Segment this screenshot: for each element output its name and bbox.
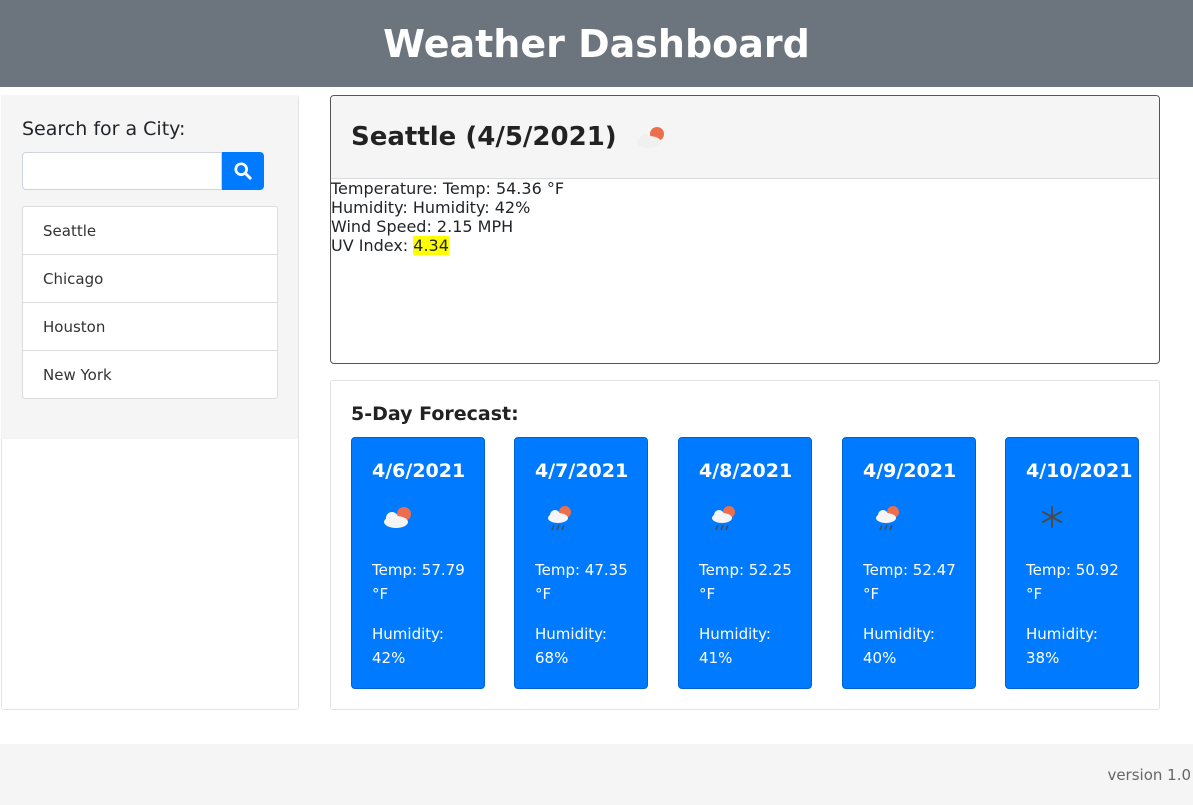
forecast-date: 4/8/2021 (699, 460, 793, 482)
search-label: Search for a City: (22, 118, 186, 140)
current-wind-speed: Wind Speed: 2.15 MPH (331, 217, 514, 236)
forecast-date: 4/10/2021 (1026, 460, 1133, 482)
city-item-new-york[interactable]: New York (22, 350, 278, 399)
forecast-card: 4/6/2021 Temp: 57.79 °F Humidity: 42% (351, 437, 485, 689)
city-item-seattle[interactable]: Seattle (22, 206, 278, 255)
city-history-list: Seattle Chicago Houston New York (22, 206, 278, 399)
footer: version 1.0 (0, 744, 1193, 805)
current-temperature: Temperature: Temp: 54.36 °F (331, 179, 565, 198)
search-icon (234, 162, 252, 180)
forecast-humidity: Humidity: 68% (535, 625, 607, 667)
search-button[interactable] (222, 152, 264, 190)
city-item-chicago[interactable]: Chicago (22, 254, 278, 303)
uv-index-label: UV Index: (331, 236, 414, 255)
forecast-card: 4/9/2021 Temp: 52.47 °F Humidity: 40% (842, 437, 976, 689)
current-weather-card: Seattle (4/5/2021) Temperature: Temp: 54… (330, 95, 1160, 364)
snowflake-icon (1042, 506, 1062, 528)
cloud-sun-icon (636, 127, 664, 148)
forecast-card: 4/7/2021 Temp: 47.35 °F Humidity: 68% (514, 437, 648, 689)
forecast-card: 4/8/2021 Temp: 52.25 °F Humidity: 41% (678, 437, 812, 689)
city-item-houston[interactable]: Houston (22, 302, 278, 351)
cloud-sun-icon (384, 507, 411, 528)
forecast-temp: Temp: 47.35 °F (535, 561, 628, 603)
forecast-section: 5-Day Forecast: 4/6/2021 Temp: 57.79 °F … (330, 380, 1160, 710)
city-search-input[interactable] (22, 152, 222, 190)
current-city-title: Seattle (4/5/2021) (351, 122, 617, 152)
uv-index-value: 4.34 (413, 236, 449, 255)
forecast-date: 4/9/2021 (863, 460, 957, 482)
rain-sun-icon (876, 506, 899, 531)
forecast-date: 4/7/2021 (535, 460, 629, 482)
forecast-date: 4/6/2021 (372, 460, 466, 482)
current-humidity: Humidity: Humidity: 42% (331, 198, 531, 217)
rain-sun-icon (548, 506, 571, 531)
forecast-temp: Temp: 57.79 °F (372, 561, 465, 603)
forecast-humidity: Humidity: 40% (863, 625, 935, 667)
current-weather-header: Seattle (4/5/2021) (331, 96, 1159, 179)
current-uv-index: UV Index: 4.34 (331, 236, 1159, 255)
version-label: version 1.0 (1107, 766, 1191, 784)
forecast-temp: Temp: 50.92 °F (1026, 561, 1119, 603)
forecast-title: 5-Day Forecast: (351, 403, 519, 425)
header-bar: Weather Dashboard (0, 0, 1193, 87)
forecast-humidity: Humidity: 38% (1026, 625, 1098, 667)
rain-sun-icon (712, 506, 735, 531)
forecast-humidity: Humidity: 41% (699, 625, 771, 667)
page-title: Weather Dashboard (383, 21, 810, 66)
forecast-temp: Temp: 52.25 °F (699, 561, 792, 603)
forecast-humidity: Humidity: 42% (372, 625, 444, 667)
forecast-card: 4/10/2021 Temp: 50.92 °F Humidity: 38% (1005, 437, 1139, 689)
forecast-temp: Temp: 52.47 °F (863, 561, 956, 603)
